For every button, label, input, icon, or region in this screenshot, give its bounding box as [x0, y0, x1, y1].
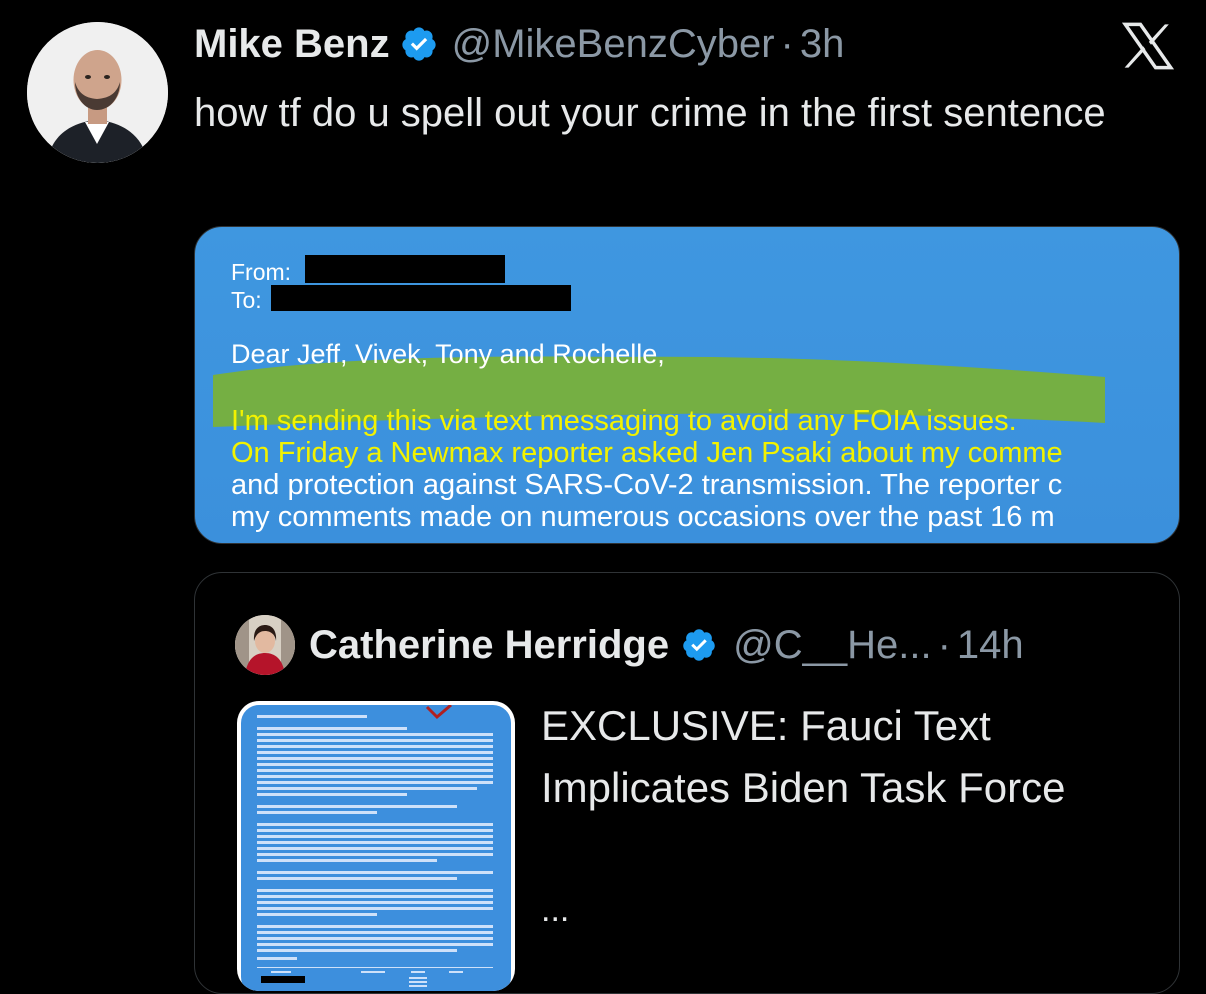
quote-author-avatar[interactable]	[235, 615, 295, 675]
quoted-tweet-card[interactable]: Catherine Herridge @C__He... · 14h EXCLU…	[194, 572, 1180, 994]
redaction-from	[305, 255, 505, 283]
tweet-timestamp[interactable]: 3h	[800, 22, 845, 67]
redaction-to	[271, 285, 571, 311]
separator-dot: ·	[780, 21, 794, 66]
document-line-3: and protection against SARS-CoV-2 transm…	[231, 469, 1063, 501]
quote-timestamp[interactable]: 14h	[957, 623, 1024, 668]
tweet-header: Mike Benz @MikeBenzCyber · 3h	[194, 18, 844, 70]
thumbnail-document-lines	[257, 705, 493, 987]
tweet-text: how tf do u spell out your crime in the …	[194, 91, 1106, 135]
tweet-media-image[interactable]: From: To: Dear Jeff, Vivek, Tony and Roc…	[194, 226, 1180, 544]
author-avatar[interactable]	[27, 22, 168, 163]
quote-verified-badge-icon[interactable]	[681, 627, 717, 663]
document-line-1: I'm sending this via text messaging to a…	[231, 405, 1017, 437]
to-label: To:	[231, 287, 262, 313]
quote-author-handle[interactable]: @C__He...	[733, 623, 931, 668]
document-greeting: Dear Jeff, Vivek, Tony and Rochelle,	[231, 339, 665, 369]
thumbnail-document	[241, 705, 511, 991]
quote-header: Catherine Herridge @C__He... · 14h	[309, 617, 1024, 673]
quote-author-name[interactable]: Catherine Herridge	[309, 623, 669, 668]
quote-more-indicator[interactable]: ...	[541, 891, 569, 930]
quote-separator-dot: ·	[937, 622, 951, 667]
author-avatar-image	[27, 22, 168, 163]
verified-badge-icon[interactable]	[400, 25, 438, 63]
quote-author-avatar-image	[235, 615, 295, 675]
author-handle[interactable]: @MikeBenzCyber	[452, 22, 775, 67]
document-line-4: my comments made on numerous occasions o…	[231, 501, 1055, 533]
author-name[interactable]: Mike Benz	[194, 22, 390, 67]
quote-thumbnail-image[interactable]	[237, 701, 515, 991]
x-logo-icon[interactable]	[1122, 22, 1174, 70]
from-label: From:	[231, 259, 292, 285]
quote-text: EXCLUSIVE: Fauci Text Implicates Biden T…	[541, 702, 1066, 811]
document-line-2: On Friday a Newmax reporter asked Jen Ps…	[231, 437, 1063, 469]
